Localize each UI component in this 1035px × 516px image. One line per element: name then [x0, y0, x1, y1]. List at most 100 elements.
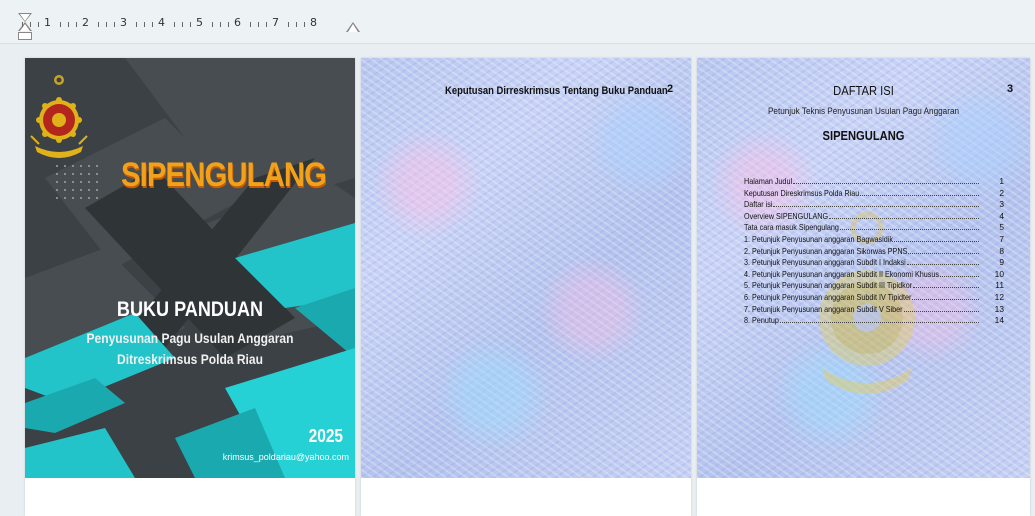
cover-background-graphic	[25, 58, 355, 478]
ruler-tick	[258, 22, 259, 27]
toc-leader-dots	[912, 298, 979, 300]
ruler-tick	[296, 22, 297, 27]
toc-leader-dots	[773, 206, 979, 208]
toc-entry-label: Tata cara masuk Sipengulang	[744, 222, 839, 233]
cover-year: 2025	[308, 426, 343, 446]
ruler-tick	[38, 22, 39, 27]
ruler-tick	[76, 22, 77, 27]
ruler-tick	[152, 22, 153, 27]
toc-brand: SIPENGULANG	[822, 128, 905, 143]
toc-leader-dots	[793, 183, 979, 184]
toc-entry-page: 4	[999, 210, 1004, 221]
ruler-tick	[30, 22, 31, 27]
ruler-tick	[144, 22, 145, 27]
toc-entry-page: 14	[994, 315, 1004, 326]
ruler-number: 5	[196, 16, 203, 29]
toc-entry-label: 8. Penutup	[744, 315, 779, 326]
toc-entry-label: Daftar isi	[744, 199, 773, 210]
ruler-tick	[266, 22, 267, 27]
toc-entry-page: 1	[999, 176, 1004, 186]
toc-entry-label: Halaman Judul	[744, 176, 793, 186]
toc-entry[interactable]: Halaman Judul 1	[744, 176, 1004, 188]
toc-leader-dots	[906, 264, 979, 266]
toc-entry-page: 12	[994, 291, 1004, 302]
toc-entry[interactable]: 6. Petunjuk Penyusunan anggaran Subdit I…	[744, 292, 1004, 304]
toc-entry[interactable]: Keputusan Direskrimsus Polda Riau 2	[744, 188, 1004, 200]
toc-entry-label: 2. Petunjuk Penyusunan anggaran Sikorwas…	[744, 245, 908, 256]
toc-leader-dots	[940, 275, 979, 277]
ruler-tick	[182, 22, 183, 27]
toc-entry[interactable]: 4. Petunjuk Penyusunan anggaran Subdit I…	[744, 269, 1004, 281]
ruler-number: 8	[310, 16, 317, 29]
cover-subtitle-line2: Ditreskrimsus Polda Riau	[117, 351, 263, 367]
toc-title: DAFTAR ISI	[833, 83, 894, 98]
ruler-tick	[106, 22, 107, 27]
ruler-number: 6	[234, 16, 241, 29]
ruler-scale: 1 2 3 4 5 6 7 8	[22, 14, 359, 36]
toc-entry-page: 9	[999, 257, 1004, 268]
toc-entry-label: Overview SIPENGULANG	[744, 210, 829, 221]
toc-subtitle: Petunjuk Teknis Penyusunan Usulan Pagu A…	[767, 106, 960, 117]
ruler-tick	[250, 22, 251, 27]
toc-leader-dots	[908, 252, 979, 254]
toc-entry[interactable]: 7. Petunjuk Penyusunan anggaran Subdit V…	[744, 304, 1004, 316]
toc-entry[interactable]: Overview SIPENGULANG 4	[744, 211, 1004, 223]
toc-entry-page: 8	[999, 245, 1004, 256]
toc-leader-dots	[779, 322, 979, 324]
ruler-tick	[228, 22, 229, 27]
ruler-tick	[22, 22, 23, 27]
toc-entry[interactable]: 3. Petunjuk Penyusunan anggaran Subdit I…	[744, 257, 1004, 269]
toc-entry-label: 1. Petunjuk Penyusunan anggaran Bagwasid…	[744, 233, 893, 244]
ruler-tick	[190, 22, 191, 27]
toc-leader-dots	[893, 240, 979, 242]
toc-entry-label: 5. Petunjuk Penyusunan anggaran Subdit I…	[744, 280, 913, 291]
ruler-tick	[68, 22, 69, 27]
ruler-number: 3	[120, 16, 127, 29]
page-number: 3	[1007, 83, 1014, 95]
toc-leader-dots	[829, 217, 979, 219]
page-1-cover[interactable]: SIPENGULANG BUKU PANDUAN Penyusunan Pagu…	[25, 58, 355, 516]
ruler-tick	[114, 22, 115, 27]
page-3-table-of-contents[interactable]: DAFTAR ISI 3 Petunjuk Teknis Penyusunan …	[697, 58, 1030, 516]
ruler-tick	[288, 22, 289, 27]
ruler-tick	[174, 22, 175, 27]
page-2-heading: Keputusan Dirreskrimsus Tentang Buku Pan…	[445, 85, 668, 97]
toc-entry[interactable]: 1. Petunjuk Penyusunan anggaran Bagwasid…	[744, 234, 1004, 246]
ruler-tick	[304, 22, 305, 27]
toc-entry-label: 6. Petunjuk Penyusunan anggaran Subdit I…	[744, 291, 912, 302]
toc-entry-page: 10	[994, 268, 1004, 279]
horizontal-ruler[interactable]: 1 2 3 4 5 6 7 8	[0, 0, 1035, 44]
toc-entry[interactable]: 2. Petunjuk Penyusunan anggaran Sikorwas…	[744, 246, 1004, 258]
toc-entry[interactable]: 8. Penutup 14	[744, 315, 1004, 327]
toc-leader-dots	[839, 229, 979, 231]
toc-leader-dots	[903, 310, 979, 312]
toc-entry-label: 7. Petunjuk Penyusunan anggaran Subdit V…	[744, 303, 903, 314]
toc-entry-label: 4. Petunjuk Penyusunan anggaran Subdit I…	[744, 268, 940, 279]
toc-entry-page: 13	[994, 303, 1004, 314]
cover-email: krimsus_poldariau@yahoo.com	[222, 452, 349, 462]
toc-entry[interactable]: 5. Petunjuk Penyusunan anggaran Subdit I…	[744, 280, 1004, 292]
cover-image: SIPENGULANG BUKU PANDUAN Penyusunan Pagu…	[25, 58, 355, 478]
ruler-number: 1	[44, 16, 51, 29]
ruler-number: 4	[158, 16, 165, 29]
toc-entry-page: 11	[995, 280, 1004, 291]
toc-entry-page: 3	[999, 199, 1004, 210]
page-background-texture	[361, 58, 691, 478]
page-number: 2	[667, 83, 674, 95]
toc-entry[interactable]: Tata cara masuk Sipengulang 5	[744, 222, 1004, 234]
toc-leader-dots	[860, 194, 979, 196]
ruler-tick	[60, 22, 61, 27]
cover-heading: BUKU PANDUAN	[116, 298, 264, 321]
ruler-tick	[98, 22, 99, 27]
ruler-tick	[220, 22, 221, 27]
toc-list: Halaman Judul 1 Keputusan Direskrimsus Pol…	[744, 176, 1004, 327]
ruler-number: 7	[272, 16, 279, 29]
toc-entry-label: 3. Petunjuk Penyusunan anggaran Subdit I…	[744, 257, 906, 268]
toc-entry-label: Keputusan Direskrimsus Polda Riau	[744, 187, 860, 198]
toc-entry[interactable]: Daftar isi 3	[744, 199, 1004, 211]
ruler-tick	[136, 22, 137, 27]
toc-entry-page: 2	[999, 187, 1004, 198]
toc-leader-dots	[913, 287, 979, 289]
page-2[interactable]: Keputusan Dirreskrimsus Tentang Buku Pan…	[361, 58, 691, 516]
toc-entry-page: 5	[999, 222, 1004, 233]
